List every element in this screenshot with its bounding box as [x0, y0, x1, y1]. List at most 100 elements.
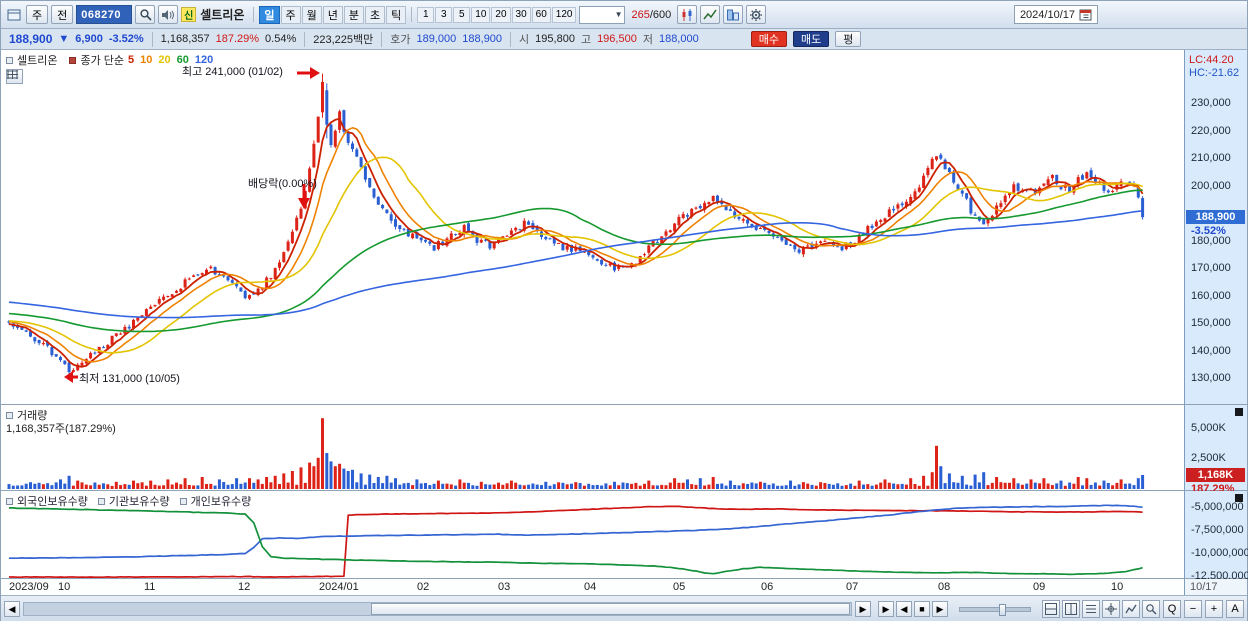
ask-price: 189,000 — [416, 33, 457, 45]
interval-button-1[interactable]: 1 — [417, 6, 435, 23]
replay-back-button[interactable]: ◀ — [896, 601, 912, 617]
replay-forward-button[interactable]: ▶ — [878, 601, 894, 617]
volume-axis-label: 2,500K — [1191, 452, 1226, 464]
last-date-label: 10/17 — [1190, 581, 1218, 593]
interval-button-30[interactable]: 30 — [511, 6, 531, 23]
volume-chart[interactable] — [1, 405, 1184, 491]
period-tab-분[interactable]: 분 — [343, 5, 365, 24]
indicator-list-button[interactable] — [1082, 600, 1100, 618]
scroll-right-button[interactable]: ▶ — [855, 601, 871, 617]
time-axis-label: 03 — [498, 581, 511, 593]
period-tab-년[interactable]: 년 — [322, 5, 343, 24]
replay-stop-button[interactable]: ■ — [914, 601, 930, 617]
time-axis: 2023/09 10 11 12 2024/01 02 03 04 05 06 07 08 09 10 1… — [1, 579, 1247, 596]
buy-button[interactable]: 매수 — [750, 31, 787, 47]
zoom-area-button[interactable] — [1142, 600, 1160, 618]
ownership-axis-label: -10,000,000 — [1191, 547, 1248, 559]
ownership-pane[interactable]: 외국인보유수량 기관보유수량 개인보유수량 -5,000,000 -7,500,000… — [1, 491, 1248, 582]
chart-window: 주 전 068270 신 셀트리온 일주월년분초틱 1 3 5 10 20 30 60 120… — [0, 0, 1248, 621]
bottom-toolbar: ◀ ▶ ▶ ◀ ■ ▶ Q − + A — [1, 596, 1247, 621]
sell-button[interactable]: 매도 — [792, 31, 830, 47]
h-scrollbar[interactable] — [23, 602, 852, 616]
open-label: 시 — [519, 34, 530, 46]
trend-tool-button[interactable] — [700, 5, 721, 24]
volume-ratio: 187.29% — [215, 33, 260, 45]
trend-draw-button[interactable] — [1122, 600, 1140, 618]
interval-combo[interactable]: ▼ — [579, 5, 626, 24]
stock-code-value: 068270 — [81, 8, 121, 21]
high-label: 고 — [580, 34, 592, 46]
zoom-slider[interactable] — [959, 603, 1031, 616]
chart-settings-button[interactable] — [746, 5, 767, 24]
time-axis-label: 08 — [938, 581, 951, 593]
zoom-in-button[interactable]: + — [1205, 600, 1223, 618]
hc-label: HC:-21.62 — [1189, 67, 1240, 79]
prev-stock-button[interactable]: 전 — [51, 5, 74, 24]
interval-button-120[interactable]: 120 — [551, 6, 577, 23]
bid-price: 188,900 — [462, 33, 503, 45]
font-size-button[interactable]: A — [1226, 600, 1244, 618]
quick-search-button[interactable]: Q — [1163, 600, 1181, 618]
price-pane[interactable]: 셀트리온 종가 단순 5 10 20 60 120 최고 241,000 (01/02)… — [1, 50, 1247, 405]
price-axis-label: 160,000 — [1191, 289, 1231, 302]
interval-button-20[interactable]: 20 — [491, 6, 511, 23]
scrollbar-thumb[interactable] — [371, 603, 850, 615]
compare-chart-button[interactable] — [723, 5, 744, 24]
week-toggle-button[interactable]: 주 — [26, 5, 49, 24]
pane-collapse-button[interactable] — [1235, 408, 1243, 416]
chart-date-input[interactable]: 2024/10/17 — [1013, 5, 1098, 24]
pane-layout-button[interactable] — [1042, 600, 1060, 618]
time-axis-label: 07 — [846, 581, 859, 593]
period-tab-월[interactable]: 월 — [301, 5, 322, 24]
high-price: 196,500 — [597, 33, 637, 45]
ma-period-label-5: 5 — [128, 54, 135, 66]
candle-style-button[interactable] — [677, 5, 698, 24]
total-count: /600 — [649, 8, 672, 21]
interval-buttons: 1 3 5 10 20 30 60 120 — [417, 6, 577, 23]
volume-pane[interactable]: 거래량 1,168,357주(187.29%) 5,000K 2,500K 1,1… — [1, 405, 1247, 495]
trend-line-icon — [703, 9, 717, 19]
interval-button-60[interactable]: 60 — [531, 6, 551, 23]
pane-stock-label: 셀트리온 — [17, 55, 58, 67]
period-tab-일[interactable]: 일 — [259, 5, 280, 24]
speaker-icon — [162, 9, 175, 20]
toolbar-separator — [411, 7, 413, 22]
magnifier-icon — [1146, 604, 1157, 615]
price-axis-label: 140,000 — [1191, 344, 1231, 357]
calendar-icon — [1079, 9, 1092, 21]
crosshair-button[interactable] — [1102, 600, 1120, 618]
zoom-out-button[interactable]: − — [1184, 600, 1202, 618]
stock-search-button[interactable] — [135, 5, 156, 24]
interval-button-5[interactable]: 5 — [453, 6, 471, 23]
time-axis-label: 2023/09 — [9, 581, 49, 593]
replay-play-button[interactable]: ▶ — [932, 601, 948, 617]
price-chart[interactable] — [1, 50, 1184, 405]
current-volume-tag: 1,168K — [1186, 467, 1245, 482]
avg-price-button[interactable]: 평 — [835, 31, 862, 47]
interval-button-3[interactable]: 3 — [435, 6, 453, 23]
list-icon — [1086, 605, 1096, 613]
sound-alert-button[interactable] — [158, 5, 179, 24]
date-group: 2024/10/17 — [1013, 5, 1098, 24]
top-toolbar: 주 전 068270 신 셀트리온 일주월년분초틱 1 3 5 10 20 30 60 120… — [1, 1, 1247, 29]
price-axis-label: 210,000 — [1191, 152, 1231, 164]
interval-button-10[interactable]: 10 — [471, 6, 491, 23]
period-tab-주[interactable]: 주 — [280, 5, 301, 24]
ownership-legend-foreign: 외국인보유수량 — [6, 493, 88, 509]
zoom-slider-thumb[interactable] — [998, 603, 1006, 616]
low-label: 저 — [642, 34, 653, 46]
split-view-button[interactable] — [1062, 600, 1080, 618]
time-axis-label: 06 — [761, 581, 774, 593]
time-axis-label: 05 — [673, 581, 686, 593]
chart-tool-grid-button[interactable] — [6, 69, 23, 84]
current-price-tag: 188,900 — [1186, 210, 1245, 225]
scroll-left-button[interactable]: ◀ — [4, 601, 20, 617]
trade-value: 223,225백만 — [313, 34, 374, 46]
ownership-axis-label: -5,000,000 — [1191, 501, 1244, 513]
price-axis-label: 150,000 — [1191, 317, 1231, 329]
stock-code-input[interactable]: 068270 — [76, 5, 133, 24]
candlestick-icon — [682, 8, 692, 21]
period-tab-초[interactable]: 초 — [365, 5, 386, 24]
chart-window-icon[interactable] — [5, 6, 23, 24]
period-tab-틱[interactable]: 틱 — [386, 5, 407, 24]
